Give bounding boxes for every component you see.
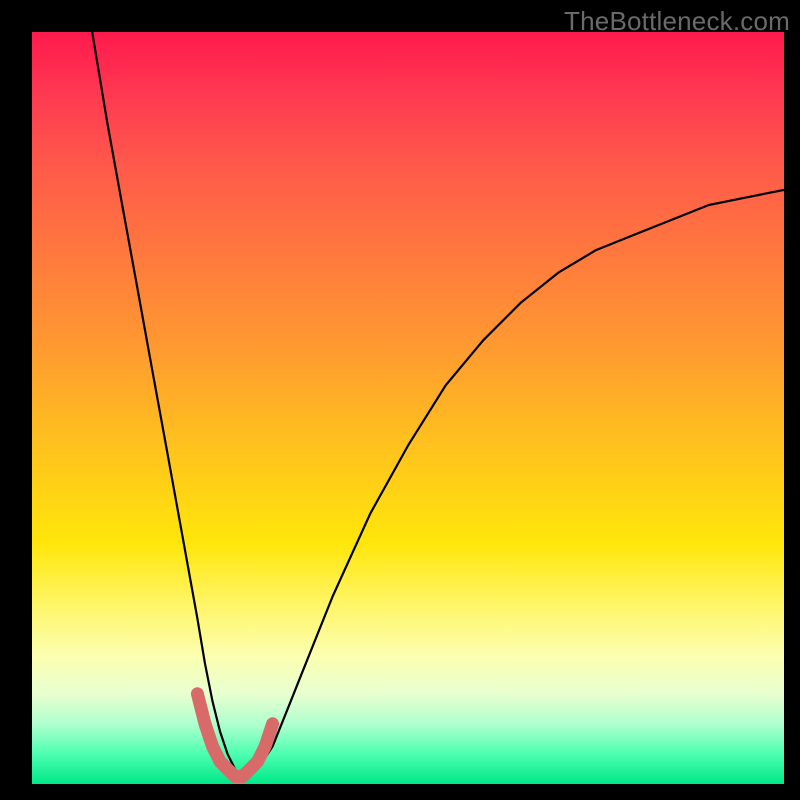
curve-layer xyxy=(32,32,784,784)
watermark-text: TheBottleneck.com xyxy=(564,6,790,37)
highlight-path xyxy=(197,694,272,777)
curve-path xyxy=(92,32,784,777)
chart-frame: TheBottleneck.com xyxy=(0,0,800,800)
series-curve xyxy=(92,32,784,777)
plot-area xyxy=(32,32,784,784)
series-highlight xyxy=(197,694,272,777)
